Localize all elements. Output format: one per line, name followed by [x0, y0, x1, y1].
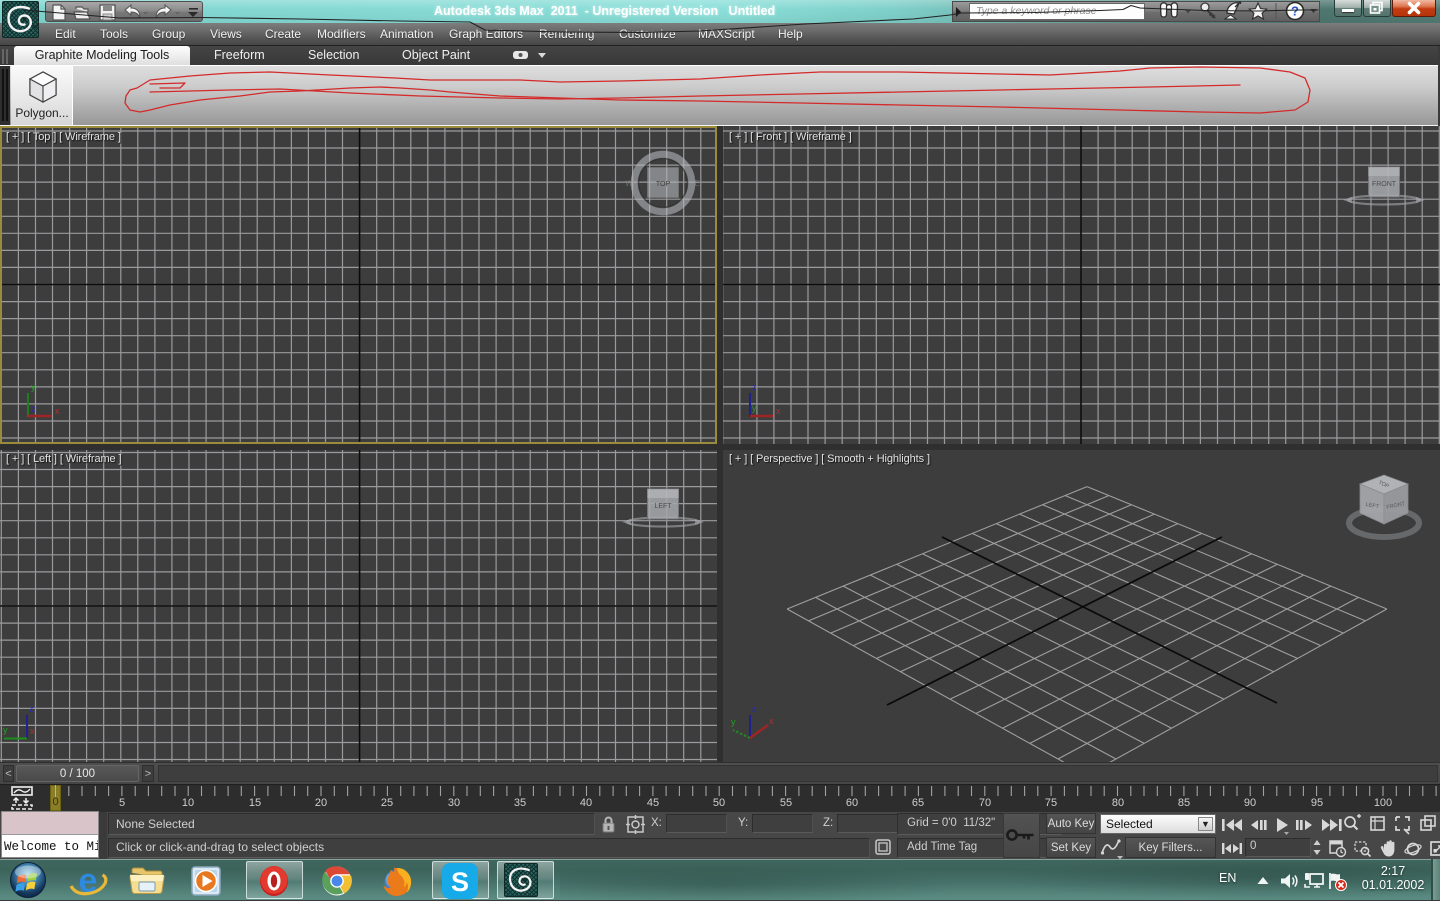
svg-text:S: S — [451, 867, 469, 897]
svg-text:z: z — [752, 382, 757, 392]
svg-text:FRONT: FRONT — [1372, 181, 1397, 188]
svg-text:x: x — [30, 726, 35, 736]
svg-text:y: y — [731, 717, 736, 727]
svg-text:z: z — [752, 704, 757, 714]
svg-text:y: y — [3, 725, 8, 735]
svg-text:x: x — [776, 406, 781, 416]
svg-text:z: z — [29, 704, 34, 714]
svg-text:?: ? — [1291, 4, 1299, 19]
svg-text:y: y — [752, 403, 757, 413]
svg-text:x: x — [769, 716, 774, 726]
svg-text:LEFT: LEFT — [654, 503, 672, 510]
